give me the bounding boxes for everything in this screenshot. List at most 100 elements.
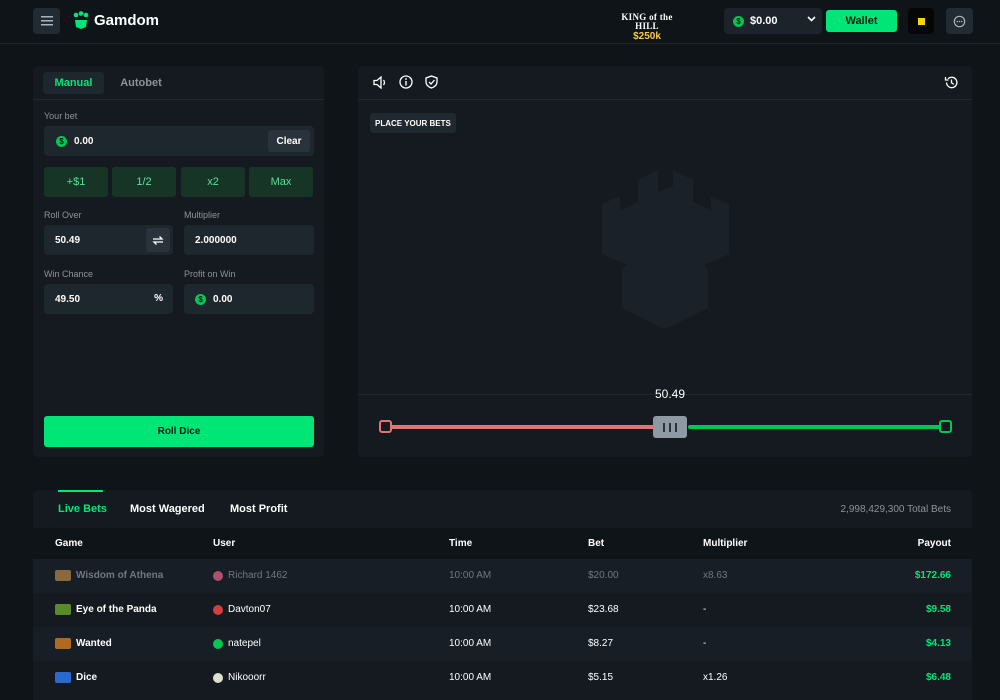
history-icon	[944, 76, 958, 88]
flag-icon	[917, 17, 925, 25]
payout-cell: $6.48	[925, 672, 951, 683]
bet-panel: Manual Autobet Your bet $ 0.00 Clear +$1…	[33, 66, 324, 457]
roll-over-value: 50.49	[55, 234, 81, 246]
payout-cell: $9.58	[925, 604, 951, 615]
avatar	[213, 672, 223, 683]
history-button[interactable]	[943, 74, 959, 90]
bet-cell: $8.27	[588, 638, 614, 649]
table-row[interactable]: Dice Nikooorr 10:00 AM $5.15 x1.26 $6.48	[33, 661, 972, 695]
live-bets-panel: Live Bets Most Wagered Most Profit 2,998…	[33, 490, 972, 700]
user-cell[interactable]: natepel	[213, 638, 261, 649]
slider-win-track	[688, 425, 943, 429]
dice-game-panel: PLACE YOUR BETS 50.49	[358, 66, 972, 457]
multiplier-field[interactable]: 2.000000	[184, 225, 314, 255]
promo-prize: $250k	[633, 31, 661, 42]
game-cell[interactable]: Dice	[55, 672, 97, 683]
avatar	[213, 570, 223, 581]
tab-live-bets[interactable]: Live Bets	[58, 503, 107, 515]
user-cell[interactable]: Nikooorr	[213, 672, 266, 683]
bets-tabs: Live Bets Most Wagered Most Profit 2,998…	[33, 490, 972, 528]
win-chance-field[interactable]: 49.50 %	[44, 284, 173, 314]
king-of-the-hill-promo[interactable]: KING of the HILL $250k	[612, 13, 682, 42]
table-row[interactable]: Wisdom of Athena Richard 1462 10:00 AM $20.…	[33, 559, 972, 593]
castle-watermark-icon	[602, 170, 729, 329]
add-one-button[interactable]: +$1	[44, 167, 108, 197]
fairness-button[interactable]	[423, 74, 439, 90]
payout-cell: $172.66	[914, 570, 951, 581]
user-cell[interactable]: Richard 1462	[213, 570, 287, 581]
balance-value: $0.00	[750, 15, 778, 27]
column-header: User	[213, 538, 236, 549]
balance-selector[interactable]: $ $0.00	[724, 8, 822, 34]
paw-logo-icon	[73, 11, 89, 29]
game-name: Dice	[76, 672, 98, 683]
time-cell: 10:00 AM	[449, 672, 492, 683]
column-header: Game	[55, 538, 83, 549]
half-button[interactable]: 1/2	[112, 167, 176, 197]
user-name: Nikooorr	[228, 672, 266, 683]
profit-on-win-field[interactable]: $ 0.00	[184, 284, 314, 314]
multiplier-cell: x1.26	[703, 672, 728, 683]
bets-table: Game User Time Bet Multiplier Payout Wis…	[33, 528, 972, 695]
user-name: Richard 1462	[228, 570, 288, 581]
language-button[interactable]	[908, 8, 934, 34]
max-button[interactable]: Max	[249, 167, 313, 197]
user-name: natepel	[228, 638, 261, 649]
multiplier-cell: x8.63	[703, 570, 728, 581]
slider-value-label: 50.49	[654, 387, 686, 401]
game-cell[interactable]: Wanted	[55, 638, 112, 649]
game-toolbar	[358, 66, 972, 100]
logo-text: Gamdom	[94, 11, 160, 29]
time-cell: 10:00 AM	[449, 570, 492, 581]
profit-value: 0.00	[213, 293, 233, 305]
column-header: Bet	[588, 538, 605, 549]
table-row[interactable]: Wanted natepel 10:00 AM $8.27 - $4.13	[33, 627, 972, 661]
info-icon	[399, 75, 413, 89]
game-cell[interactable]: Eye of the Panda	[55, 604, 157, 615]
wallet-button[interactable]: Wallet	[826, 10, 897, 32]
sound-button[interactable]	[372, 74, 388, 90]
tab-manual[interactable]: Manual	[43, 72, 104, 94]
roll-over-field[interactable]: 50.49	[44, 225, 173, 255]
tab-most-profit[interactable]: Most Profit	[230, 503, 287, 515]
column-header: Multiplier	[703, 538, 748, 549]
your-bet-label: Your bet	[44, 111, 78, 121]
dollar-coin-icon: $	[195, 293, 206, 305]
double-button[interactable]: x2	[181, 167, 245, 197]
dollar-coin-icon: $	[56, 135, 67, 147]
bet-amount-field[interactable]: $ 0.00 Clear	[44, 126, 314, 156]
multiplier-label: Multiplier	[184, 210, 221, 220]
table-row[interactable]: Eye of the Panda Davton07 10:00 AM $23.68 - $…	[33, 593, 972, 627]
multiplier-cell: -	[703, 638, 707, 649]
clear-button[interactable]: Clear	[268, 130, 310, 152]
slider-lose-track	[388, 425, 660, 429]
tab-autobet[interactable]: Autobet	[113, 72, 169, 94]
place-your-bets-tag: PLACE YOUR BETS	[370, 113, 456, 133]
info-button[interactable]	[398, 74, 414, 90]
swap-roll-button[interactable]	[146, 228, 170, 252]
avatar	[213, 638, 223, 649]
win-chance-label: Win Chance	[44, 269, 94, 279]
total-bets-count: 2,998,429,300 Total Bets	[840, 504, 951, 515]
multiplier-cell: -	[703, 604, 707, 615]
dollar-coin-icon: $	[733, 15, 744, 27]
logo[interactable]: Gamdom	[73, 11, 159, 29]
percent-unit: %	[154, 293, 163, 304]
swap-icon	[152, 235, 164, 245]
user-cell[interactable]: Davton07	[213, 604, 271, 615]
game-thumbnail	[55, 604, 71, 615]
payout-cell: $4.13	[925, 638, 951, 649]
tab-most-wagered[interactable]: Most Wagered	[130, 503, 205, 515]
win-chance-value: 49.50	[55, 293, 81, 305]
game-cell[interactable]: Wisdom of Athena	[55, 570, 163, 581]
hamburger-icon	[40, 16, 53, 26]
bet-cell: $20.00	[588, 570, 619, 581]
game-name: Wisdom of Athena	[76, 570, 164, 581]
roll-dice-button[interactable]: Roll Dice	[44, 416, 314, 447]
game-name: Wanted	[76, 638, 112, 649]
chat-button[interactable]	[946, 8, 973, 34]
menu-button[interactable]	[33, 8, 60, 34]
game-thumbnail	[55, 638, 71, 649]
slider-handle[interactable]	[653, 416, 687, 438]
profit-on-win-label: Profit on Win	[184, 269, 236, 279]
